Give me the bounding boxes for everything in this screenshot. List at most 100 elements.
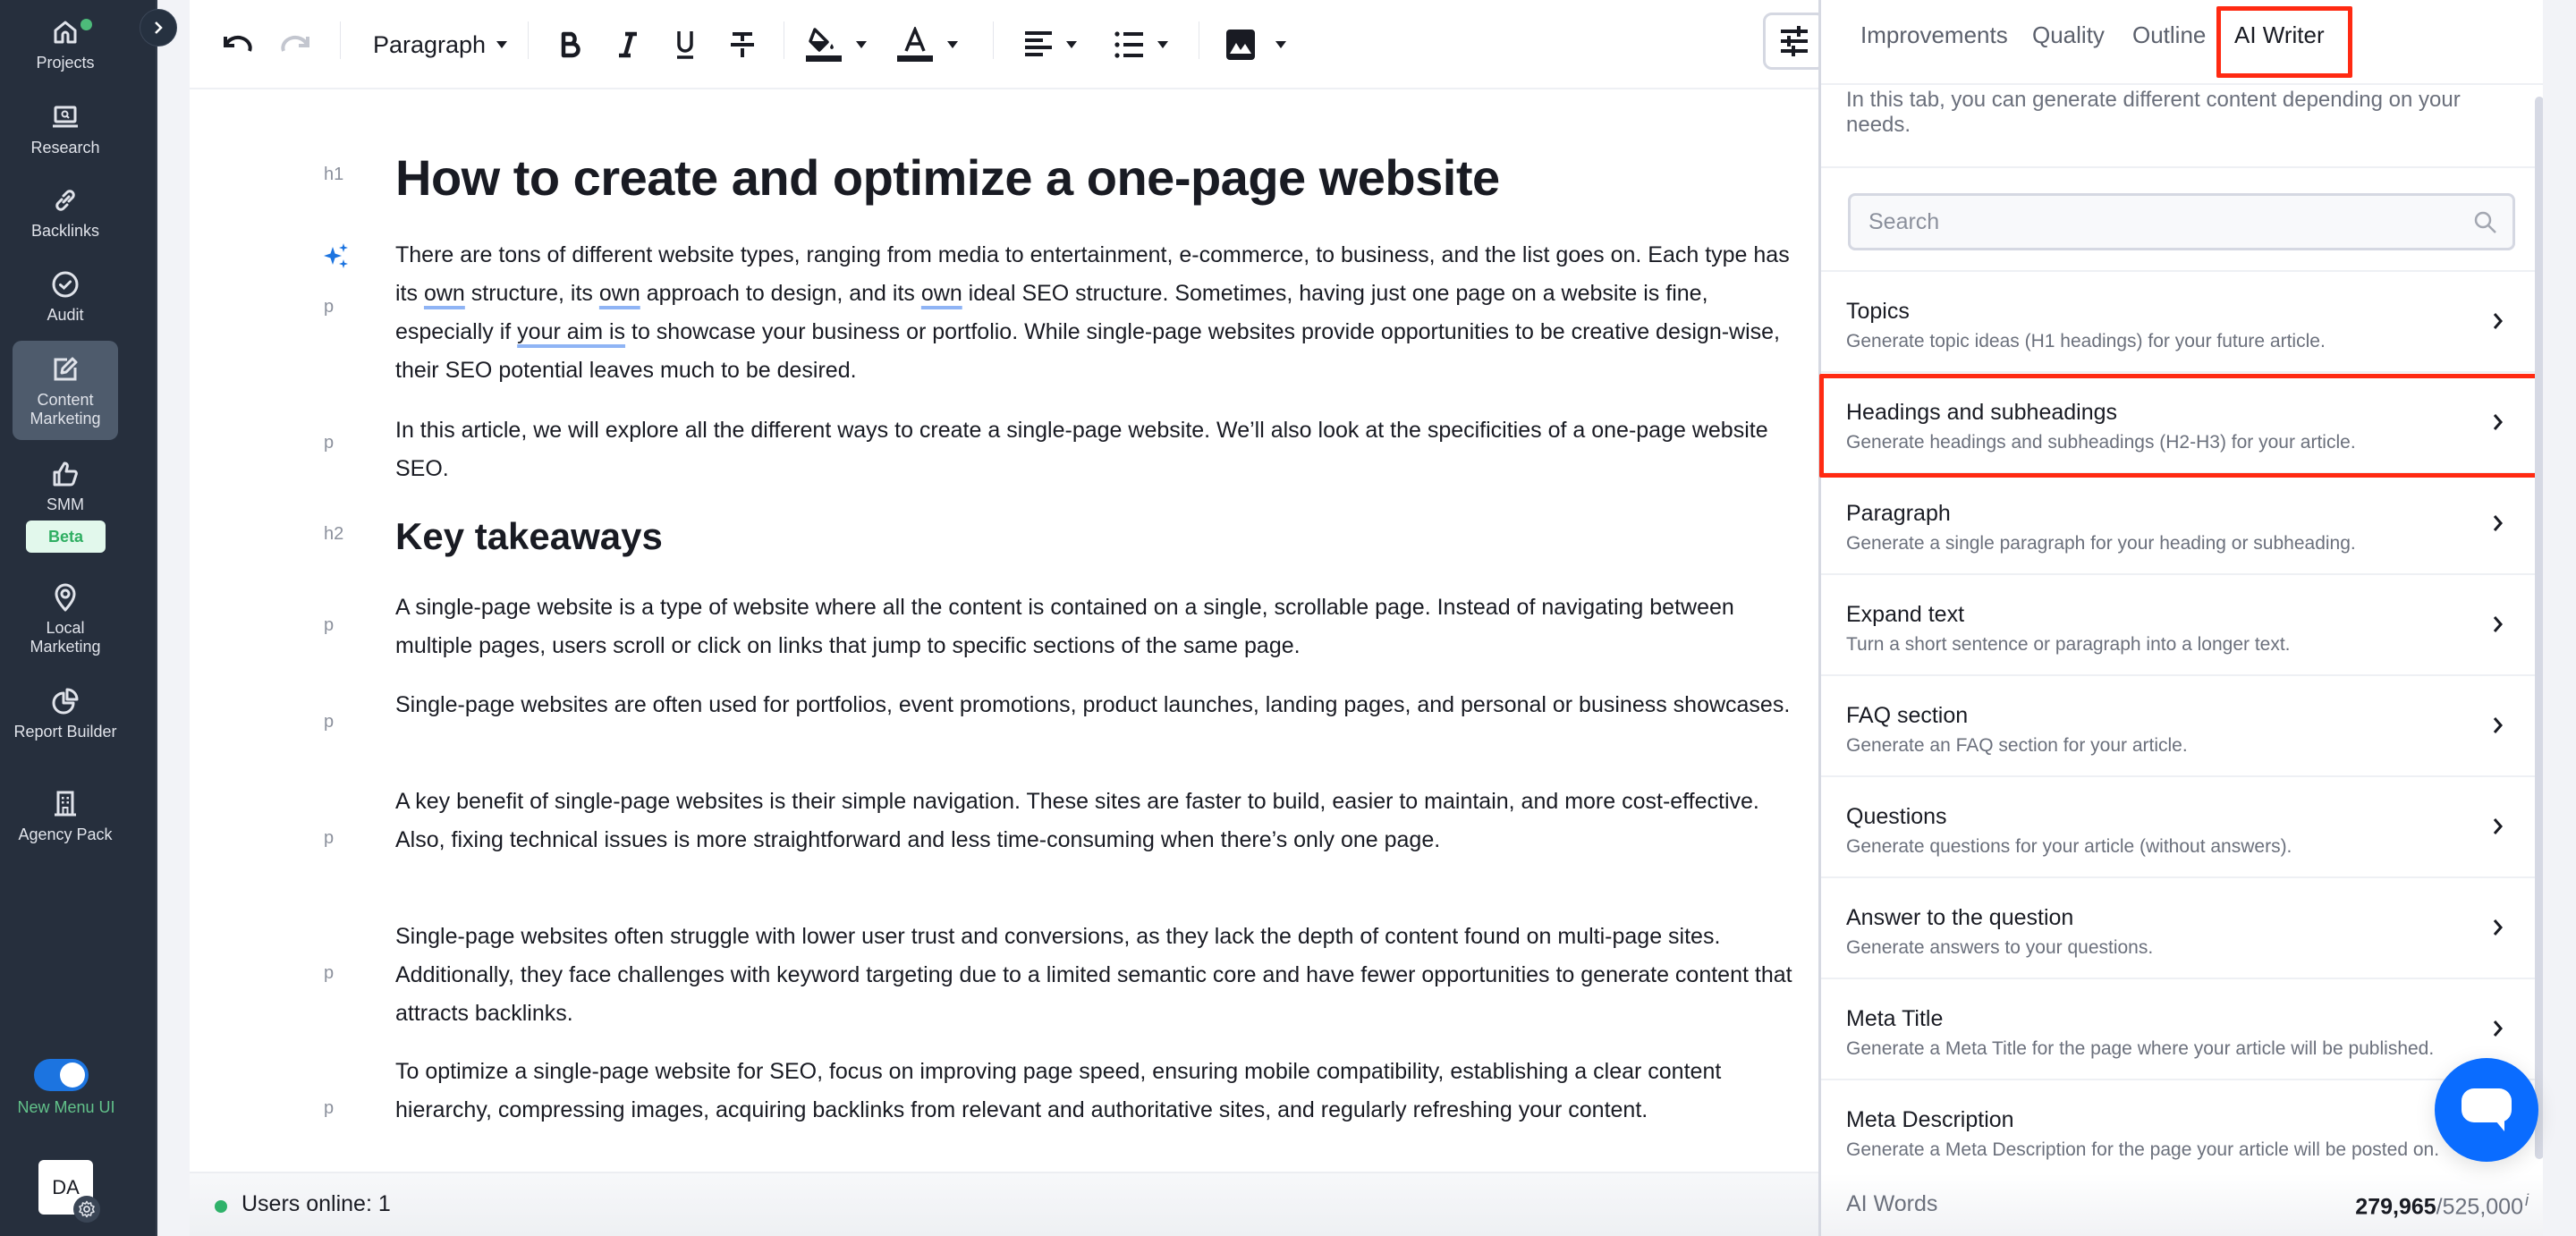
strikethrough-button[interactable] [723,25,762,64]
sidebar-item-label: Report Builder [13,723,117,741]
tool-item-answer[interactable]: Answer to the question Generate answers … [1821,878,2537,979]
spellcheck-underline[interactable]: your aim is [517,319,625,344]
paragraph[interactable]: There are tons of different website type… [395,236,1800,390]
italic-button[interactable] [608,25,648,64]
sidebar-expand-button[interactable] [140,9,177,47]
ai-words-counter: 279,965/525,000 i [2355,1191,2529,1220]
chevron-down-icon [496,41,508,48]
editor-page: Paragraph h1 How to create and optimize … [190,0,1826,1172]
redo-button[interactable] [275,25,315,64]
ai-words-total: /525,000 [2436,1194,2523,1220]
search-input[interactable] [1851,196,2441,248]
search-icon [2474,211,2496,233]
bold-button[interactable] [551,25,590,64]
align-left-icon [1025,31,1052,56]
chevron-right-icon [2493,818,2503,834]
block-format-value: Paragraph [372,30,487,58]
spellcheck-underline[interactable]: own [599,281,640,306]
sidebar-item-label: Content Marketing [30,391,101,428]
paragraph[interactable]: To optimize a single-page website for SE… [395,1053,1800,1130]
paragraph[interactable]: Single-page websites are often used for … [395,686,1800,724]
highlight-color-button[interactable] [798,25,873,64]
tool-description: Generate a single paragraph for your hea… [1846,533,2356,554]
sidebar-item-label: SMM [47,495,84,513]
tool-item-headings[interactable]: Headings and subheadings Generate headin… [1821,373,2537,474]
tool-item-meta-title[interactable]: Meta Title Generate a Meta Title for the… [1821,979,2537,1080]
document-title[interactable]: How to create and optimize a one-page we… [395,147,1800,209]
sidebar-item-research[interactable]: Research [13,101,118,157]
toolbar-divider [340,21,341,59]
tool-description: Turn a short sentence or paragraph into … [1846,634,2291,655]
paragraph[interactable]: In this article, we will explore all the… [395,411,1800,488]
tool-description: Generate a Meta Title for the page where… [1846,1038,2435,1059]
spellcheck-underline[interactable]: own [424,281,465,306]
sliders-icon [1781,26,1808,56]
bullet-list-icon [1114,31,1143,58]
app-root: Projects Research Backlinks Audit Conten… [0,0,2576,1236]
divider [1821,166,2537,168]
avatar-settings-button[interactable] [73,1196,100,1223]
text-color-button[interactable] [889,25,964,64]
block-tag-h2: h2 [324,524,344,544]
ai-words-label: AI Words [1846,1191,1938,1216]
tool-item-topics[interactable]: Topics Generate topic ideas (H1 headings… [1821,272,2537,373]
tab-outline[interactable]: Outline [2132,21,2206,49]
sidebar-item-report-builder[interactable]: Report Builder [13,685,118,741]
online-status-dot [215,1200,227,1213]
beta-badge: Beta [26,521,106,553]
tool-title: Topics [1846,299,1910,324]
bold-icon [561,31,580,58]
section-heading[interactable]: Key takeaways [395,512,1800,562]
chevron-down-icon [1066,41,1077,48]
list-button[interactable] [1104,25,1179,64]
image-icon [1226,30,1255,60]
tool-item-paragraph[interactable]: Paragraph Generate a single paragraph fo… [1821,474,2537,575]
paragraph[interactable]: A key benefit of single-page websites is… [395,783,1800,859]
panel-intro: In this tab, you can generate different … [1846,88,2461,137]
sidebar-item-backlinks[interactable]: Backlinks [13,184,118,241]
paragraph[interactable]: A single-page website is a type of websi… [395,588,1800,665]
new-menu-ui-toggle[interactable] [34,1059,89,1091]
align-button[interactable] [1013,25,1088,64]
tool-item-questions[interactable]: Questions Generate questions for your ar… [1821,777,2537,878]
tool-item-faq-section[interactable]: FAQ section Generate an FAQ section for … [1821,676,2537,777]
sidebar-item-smm[interactable]: SMM [13,458,118,514]
search-field[interactable] [1848,193,2515,250]
spellcheck-underline[interactable]: own [921,281,962,306]
tab-quality[interactable]: Quality [2032,21,2105,49]
edit-icon [54,357,78,381]
underline-button[interactable] [665,25,705,64]
sidebar-item-projects[interactable]: Projects [13,16,118,72]
tab-improvements[interactable]: Improvements [1860,21,2008,49]
block-format-dropdown[interactable]: Paragraph [369,25,512,64]
insert-image-button[interactable] [1218,25,1293,64]
block-tag-p: p [324,297,335,317]
editor-settings-button[interactable] [1763,13,1826,70]
tool-description: Generate topic ideas (H1 headings) for y… [1846,331,2326,351]
ai-sparkle-icon[interactable] [324,241,352,270]
chevron-down-icon [1275,41,1286,48]
paragraph[interactable]: Single-page websites often struggle with… [395,918,1800,1033]
sidebar-item-audit[interactable]: Audit [13,268,118,325]
chat-support-button[interactable] [2435,1058,2538,1162]
tool-item-expand-text[interactable]: Expand text Turn a short sentence or par… [1821,575,2537,676]
block-tag-p: p [324,433,335,453]
block-tag-p: p [324,615,335,635]
new-menu-ui-label: New Menu UI [17,1098,115,1116]
tool-item-meta-description[interactable]: Meta Description Generate a Meta Descrip… [1821,1080,2537,1181]
notification-dot [80,19,92,30]
tool-title: Answer to the question [1846,905,2074,930]
block-tag-p: p [324,963,335,983]
sidebar-item-label: Research [30,139,100,157]
tool-title: Headings and subheadings [1846,400,2118,425]
undo-button[interactable] [218,25,258,64]
tool-description: Generate answers to your questions. [1846,937,2154,958]
info-icon[interactable]: i [2525,1191,2529,1209]
home-icon [54,21,77,44]
tool-description: Generate questions for your article (wit… [1846,836,2292,857]
sidebar-item-local-marketing[interactable]: Local Marketing [13,581,118,656]
chevron-down-icon [947,41,958,48]
sidebar-item-agency-pack[interactable]: Agency Pack [13,788,118,844]
sidebar-item-content-marketing[interactable]: Content Marketing [13,341,118,440]
page-edge [2543,0,2576,1236]
